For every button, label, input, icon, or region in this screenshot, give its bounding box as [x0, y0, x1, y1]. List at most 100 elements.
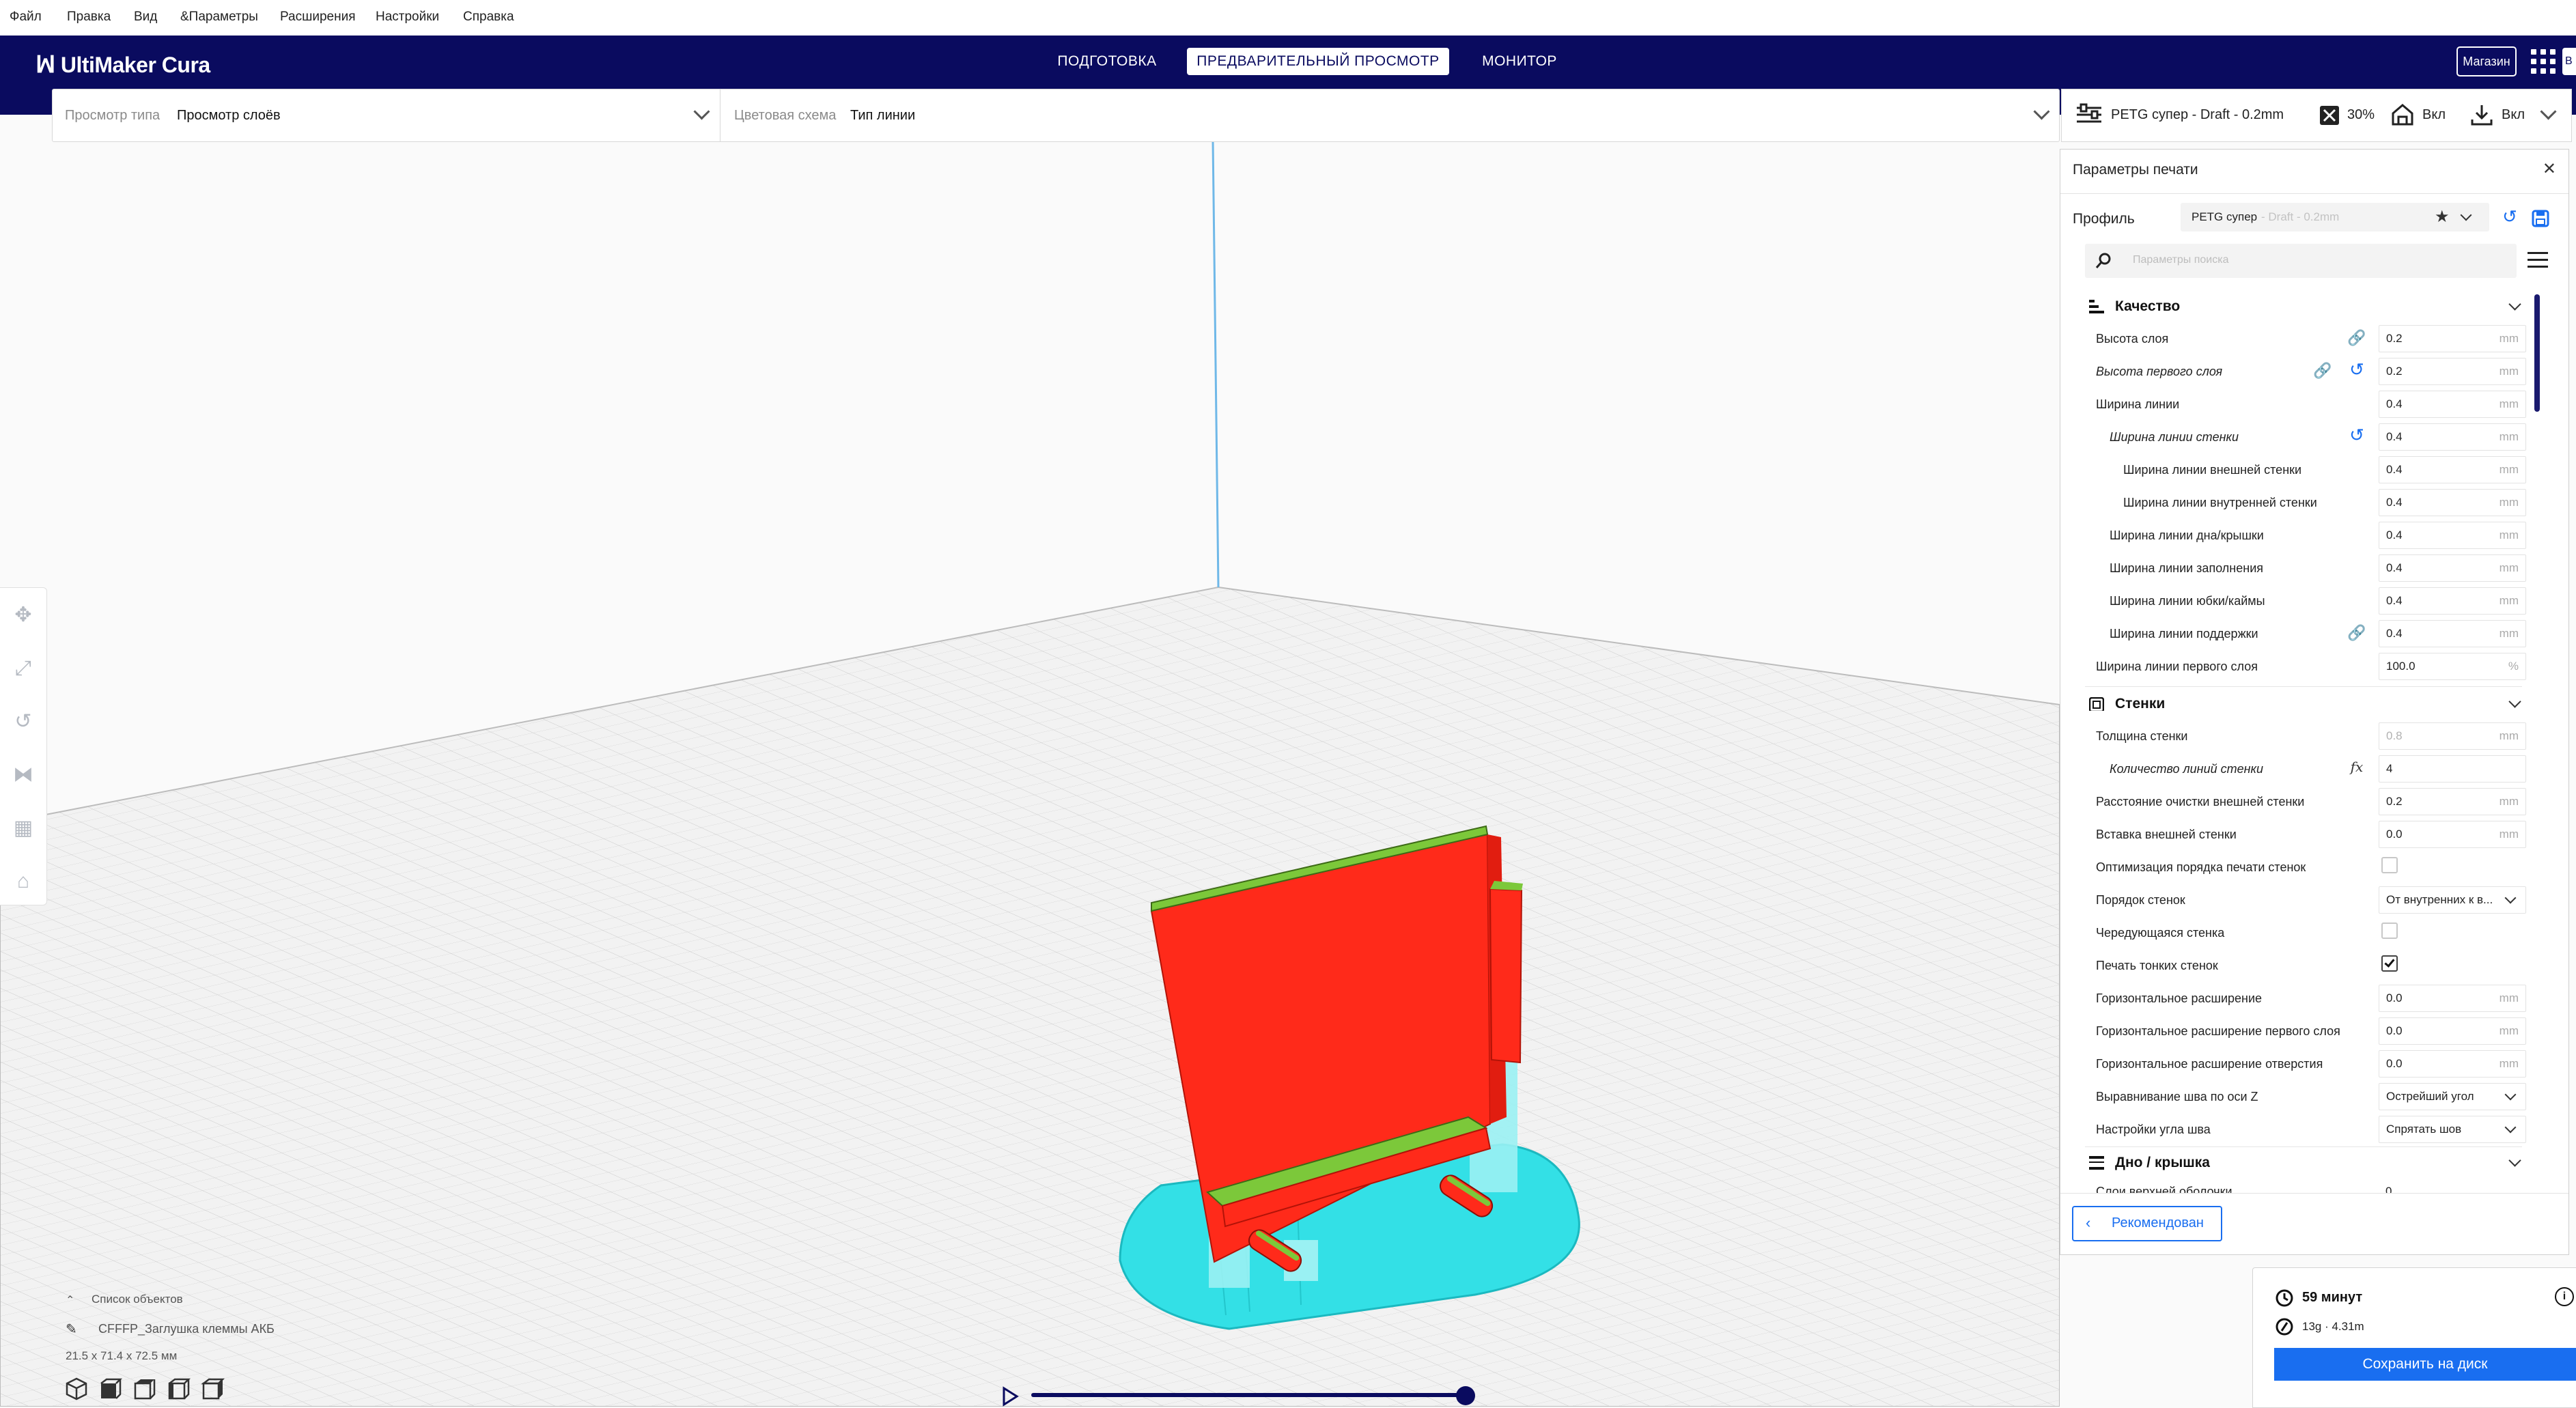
print-setup-selector[interactable]: PETG супер - Draft - 0.2mm 30% Вкл Вкл	[2061, 89, 2572, 142]
reset-icon[interactable]: ↺	[2347, 360, 2366, 379]
layer-slider-handle[interactable]	[1456, 1386, 1475, 1405]
marketplace-button[interactable]: Магазин	[2456, 46, 2517, 76]
chevron-down-icon[interactable]	[2033, 103, 2050, 120]
setting-input[interactable]: 0.4 mm	[2379, 587, 2526, 615]
menu-view[interactable]: Вид	[134, 10, 157, 25]
menu-extensions[interactable]: Расширения	[280, 10, 356, 25]
close-icon[interactable]: ✕	[2543, 159, 2556, 179]
chevron-down-icon[interactable]	[693, 103, 710, 120]
chevron-down-icon[interactable]	[2540, 103, 2557, 120]
alternate-wall-checkbox[interactable]	[2381, 923, 2398, 939]
chevron-down-icon[interactable]	[2508, 695, 2521, 708]
camera-front-view-icon[interactable]	[98, 1377, 123, 1401]
reset-profile-icon[interactable]: ↺	[2500, 207, 2519, 226]
setting-label: Ширина линии внутренней стенки	[2123, 496, 2317, 509]
chevron-up-icon[interactable]: ⌃	[66, 1293, 74, 1307]
setting-input[interactable]: 0.0 mm	[2379, 1050, 2526, 1078]
info-icon[interactable]: i	[2555, 1287, 2574, 1306]
mirror-tool-icon[interactable]: ⧓	[10, 761, 37, 789]
play-simulation-icon[interactable]	[1001, 1386, 1019, 1407]
move-tool-icon[interactable]: ✥	[10, 602, 37, 629]
stage-preview[interactable]: ПРЕДВАРИТЕЛЬНЫЙ ПРОСМОТР	[1187, 48, 1449, 75]
chevron-down-icon	[2504, 1088, 2517, 1101]
profile-dropdown[interactable]: PETG супер - Draft - 0.2mm ★	[2181, 203, 2489, 231]
setting-input[interactable]: 0.2 mm	[2379, 325, 2526, 352]
stage-prepare[interactable]: ПОДГОТОВКА	[1049, 48, 1165, 75]
setting-input[interactable]: 0.4 mm	[2379, 391, 2526, 418]
setting-label: Ширина линии первого слоя	[2096, 660, 2258, 673]
apps-grid-icon[interactable]	[2531, 49, 2556, 74]
category-quality[interactable]: Качество	[2089, 292, 2533, 322]
setting-input[interactable]: 0.8 mm	[2379, 722, 2526, 750]
account-button[interactable]: B	[2562, 48, 2576, 75]
setting-input[interactable]: 4	[2379, 755, 2526, 783]
category-quality-title: Качество	[2115, 298, 2181, 314]
seam-corner-dropdown[interactable]: Спрятать шов	[2379, 1116, 2526, 1143]
stage-monitor[interactable]: МОНИТОР	[1468, 48, 1571, 75]
setting-input[interactable]: 0.0 mm	[2379, 821, 2526, 848]
setting-input[interactable]: 0.2 mm	[2379, 358, 2526, 385]
camera-3d-view-icon[interactable]	[64, 1377, 89, 1401]
settings-search-input[interactable]: Параметры поиска	[2085, 244, 2517, 278]
setting-input[interactable]: 0.4 mm	[2379, 620, 2526, 647]
setting-input[interactable]: 0.4 mm	[2379, 456, 2526, 483]
per-model-settings-icon[interactable]: ▦	[10, 815, 37, 842]
chevron-down-icon[interactable]	[2460, 209, 2472, 221]
scale-tool-icon[interactable]: ⤢	[10, 655, 37, 682]
setting-label: Ширина линии	[2096, 397, 2180, 411]
adhesion-icon	[2471, 105, 2493, 126]
object-name[interactable]: CFFFP_Заглушка клеммы АКБ	[98, 1322, 275, 1336]
optimize-wall-order-checkbox[interactable]	[2381, 857, 2398, 873]
save-to-disk-button[interactable]: Сохранить на диск	[2274, 1348, 2576, 1381]
view-type-dropdown[interactable]: Просмотр слоёв	[177, 108, 281, 124]
print-thin-walls-checkbox[interactable]	[2381, 955, 2398, 972]
setting-input[interactable]: 0.0 mm	[2379, 1017, 2526, 1045]
menu-preferences[interactable]: Настройки	[376, 10, 439, 25]
camera-top-view-icon[interactable]	[132, 1377, 157, 1401]
star-icon[interactable]: ★	[2435, 207, 2450, 227]
menu-edit[interactable]: Правка	[67, 10, 111, 25]
link-icon[interactable]: 🔗	[2347, 623, 2366, 643]
link-icon[interactable]: 🔗	[2313, 361, 2332, 380]
wall-order-dropdown[interactable]: От внутренних к в...	[2379, 886, 2526, 914]
setting-input[interactable]: 0.0 mm	[2379, 985, 2526, 1012]
3d-viewport[interactable]	[0, 141, 2060, 1407]
category-walls[interactable]: Стенки	[2089, 689, 2533, 719]
setting-input[interactable]: 0.4 mm	[2379, 423, 2526, 451]
settings-scrollbar[interactable]	[2534, 294, 2540, 412]
menu-file[interactable]: Файл	[10, 10, 42, 25]
chevron-down-icon[interactable]	[2508, 1154, 2521, 1167]
setting-label: Вставка внешней стенки	[2096, 828, 2237, 841]
setting-input[interactable]: 100.0%	[2379, 653, 2526, 680]
rotate-tool-icon[interactable]: ↺	[10, 708, 37, 735]
setting-input[interactable]: 0.4 mm	[2379, 522, 2526, 549]
link-icon[interactable]: 🔗	[2347, 328, 2366, 348]
menu-settings[interactable]: &Параметры	[180, 10, 258, 25]
settings-menu-icon[interactable]	[2528, 251, 2548, 268]
pencil-icon[interactable]: ✎	[66, 1321, 77, 1338]
menu-help[interactable]: Справка	[463, 10, 514, 25]
walls-icon	[2089, 697, 2104, 711]
color-scheme-dropdown[interactable]: Тип линии	[850, 108, 915, 124]
quality-icon	[2089, 300, 2104, 313]
chevron-down-icon[interactable]	[2508, 298, 2521, 311]
category-topbottom[interactable]: Дно / крышка	[2089, 1148, 2533, 1178]
save-profile-icon[interactable]	[2532, 210, 2549, 227]
object-list-toggle[interactable]: Список объектов	[92, 1293, 183, 1306]
chevron-left-icon: ‹	[2086, 1214, 2091, 1231]
layer-slider-track[interactable]	[1031, 1393, 1467, 1397]
setting-label: Слои верхней оболочки	[2096, 1185, 2232, 1193]
recommended-button[interactable]: ‹ Рекомендован	[2072, 1206, 2222, 1241]
category-topbottom-title: Дно / крышка	[2115, 1155, 2210, 1170]
view-type-label: Просмотр типа	[65, 108, 160, 123]
camera-left-view-icon[interactable]	[167, 1377, 191, 1401]
setting-input[interactable]: 0.2 mm	[2379, 788, 2526, 815]
reset-icon[interactable]: ↺	[2347, 425, 2366, 445]
recommended-label: Рекомендован	[2112, 1215, 2204, 1230]
support-blocker-icon[interactable]: ⌂	[10, 868, 37, 895]
seam-alignment-dropdown[interactable]: Острейший угол	[2379, 1083, 2526, 1110]
camera-right-view-icon[interactable]	[201, 1377, 225, 1401]
setting-input[interactable]: 0.4 mm	[2379, 554, 2526, 582]
function-icon[interactable]: fx	[2347, 757, 2366, 776]
setting-input[interactable]: 0.4 mm	[2379, 489, 2526, 516]
